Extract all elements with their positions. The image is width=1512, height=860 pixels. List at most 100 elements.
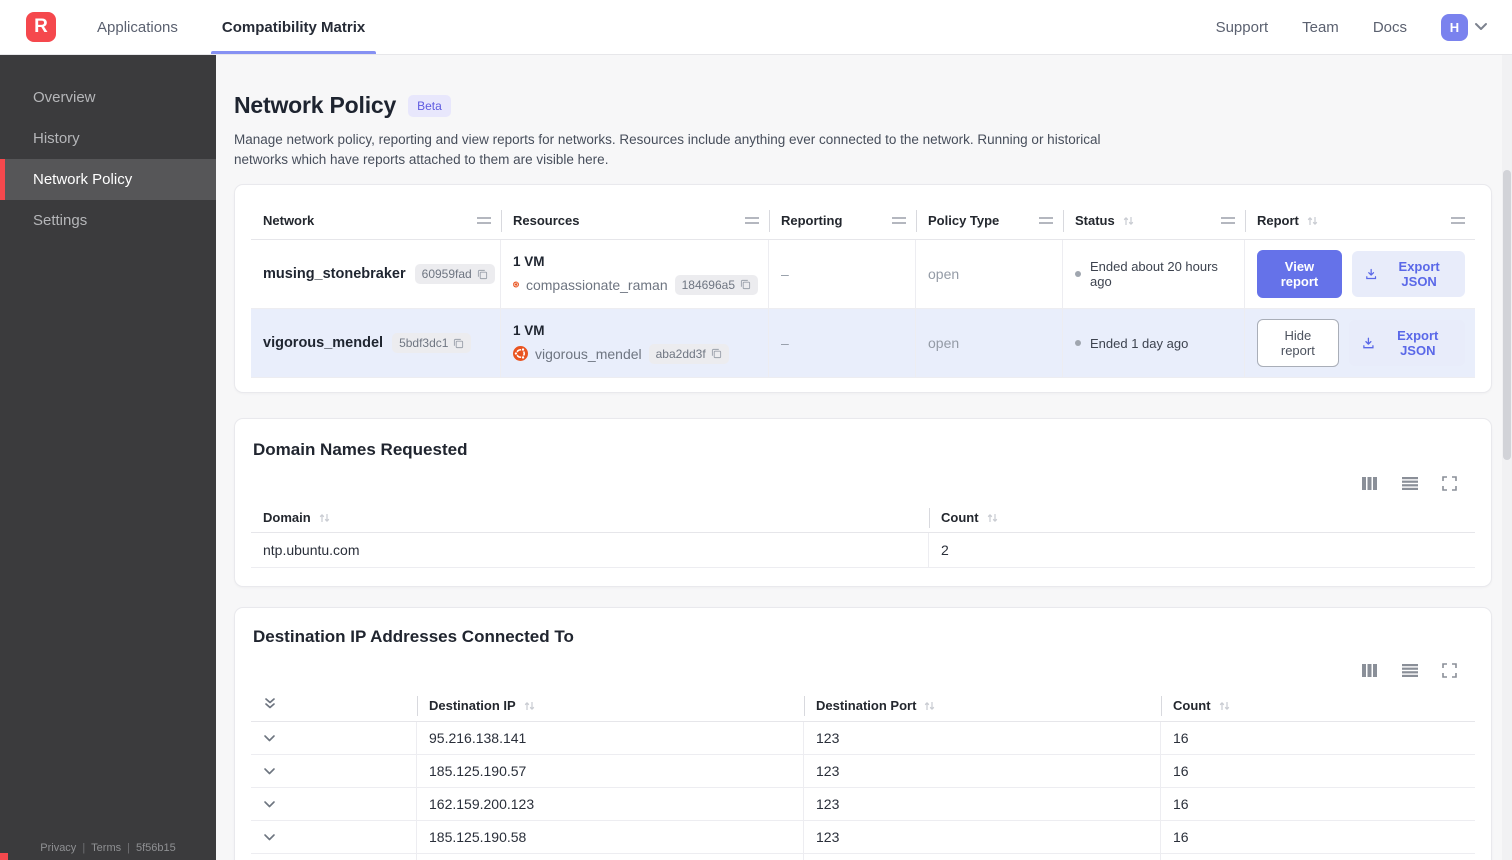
app-logo[interactable]: R bbox=[26, 12, 56, 42]
privacy-link[interactable]: Privacy bbox=[40, 842, 76, 854]
sort-icon[interactable] bbox=[986, 512, 999, 524]
destination-row[interactable]: 95.216.138.141 123 16 bbox=[251, 722, 1475, 755]
expand-icon[interactable] bbox=[1442, 663, 1457, 678]
drag-handle-icon[interactable] bbox=[745, 217, 759, 224]
view-report-button[interactable]: View report bbox=[1257, 250, 1342, 298]
column-header-destination-ip[interactable]: Destination IP bbox=[417, 690, 804, 721]
sort-icon[interactable] bbox=[1218, 700, 1231, 712]
sidebar-item-overview[interactable]: Overview bbox=[0, 77, 216, 118]
drag-handle-icon[interactable] bbox=[892, 217, 906, 224]
destination-row[interactable]: 162.159.200.123 123 16 bbox=[251, 788, 1475, 821]
cut-off-red-element bbox=[0, 853, 8, 860]
drag-handle-icon[interactable] bbox=[1039, 217, 1053, 224]
expand-all-icon[interactable] bbox=[263, 696, 277, 715]
nav-tab-applications[interactable]: Applications bbox=[86, 0, 189, 54]
column-header-domain[interactable]: Domain bbox=[251, 503, 929, 532]
vm-name: vigorous_mendel bbox=[535, 345, 642, 362]
destination-row[interactable]: 95.216.100.21 123 16 bbox=[251, 854, 1475, 860]
status-dot bbox=[1075, 340, 1081, 346]
sort-icon[interactable] bbox=[1122, 215, 1135, 227]
sort-icon[interactable] bbox=[1306, 215, 1319, 227]
nav-tab-compatibility-matrix[interactable]: Compatibility Matrix bbox=[210, 0, 377, 54]
hide-report-button[interactable]: Hide report bbox=[1257, 319, 1339, 367]
domain-row[interactable]: ntp.ubuntu.com 2 bbox=[251, 533, 1475, 568]
sort-icon[interactable] bbox=[318, 512, 331, 524]
drag-handle-icon[interactable] bbox=[1451, 217, 1465, 224]
column-header-policy-type[interactable]: Policy Type bbox=[916, 202, 1063, 239]
user-menu[interactable]: H bbox=[1441, 13, 1488, 41]
domain-value: ntp.ubuntu.com bbox=[251, 533, 929, 567]
columns-icon[interactable] bbox=[1361, 476, 1378, 491]
status-dot bbox=[1075, 271, 1081, 277]
vm-id-badge[interactable]: 184696a5 bbox=[674, 274, 758, 295]
count-value: 16 bbox=[1173, 730, 1189, 746]
destination-ip-value: 185.125.190.58 bbox=[417, 821, 804, 853]
beta-badge: Beta bbox=[408, 94, 451, 117]
chevron-down-icon[interactable] bbox=[263, 796, 276, 812]
page-scrollbar[interactable] bbox=[1502, 55, 1512, 860]
nav-link-team[interactable]: Team bbox=[1302, 19, 1339, 36]
column-header-count[interactable]: Count bbox=[1161, 690, 1475, 721]
vm-id-badge[interactable]: aba2dd3f bbox=[648, 343, 729, 364]
networks-card: Network Resources Reporting Policy Type bbox=[234, 184, 1492, 393]
nav-link-support[interactable]: Support bbox=[1216, 19, 1269, 36]
count-value: 16 bbox=[1173, 763, 1189, 779]
policy-type-value: open bbox=[928, 266, 960, 282]
column-header-resources[interactable]: Resources bbox=[501, 202, 769, 239]
column-header-destination-port[interactable]: Destination Port bbox=[804, 690, 1161, 721]
domains-card-title: Domain Names Requested bbox=[253, 440, 468, 459]
avatar[interactable]: H bbox=[1441, 13, 1468, 41]
export-json-button[interactable]: Export JSON bbox=[1351, 251, 1465, 297]
sidebar-item-settings[interactable]: Settings bbox=[0, 200, 216, 241]
count-value: 16 bbox=[1161, 854, 1475, 860]
column-header-status[interactable]: Status bbox=[1063, 202, 1245, 239]
destination-row[interactable]: 185.125.190.58 123 16 bbox=[251, 821, 1475, 854]
copy-icon bbox=[454, 338, 464, 348]
expand-icon[interactable] bbox=[1442, 476, 1457, 491]
sort-icon[interactable] bbox=[923, 700, 936, 712]
chevron-down-icon[interactable] bbox=[263, 763, 276, 779]
column-header-report[interactable]: Report bbox=[1245, 202, 1475, 239]
chevron-down-icon[interactable] bbox=[263, 730, 276, 746]
destination-row[interactable]: 185.125.190.57 123 16 bbox=[251, 755, 1475, 788]
terms-link[interactable]: Terms bbox=[91, 842, 121, 854]
destination-port-value: 123 bbox=[804, 755, 1161, 787]
destination-ip-value: 185.125.190.57 bbox=[417, 755, 804, 787]
network-id-badge[interactable]: 60959fad bbox=[414, 264, 495, 284]
reporting-value: – bbox=[781, 335, 789, 351]
drag-handle-icon[interactable] bbox=[477, 217, 491, 224]
export-json-button[interactable]: Export JSON bbox=[1348, 320, 1465, 366]
sidebar-item-history[interactable]: History bbox=[0, 118, 216, 159]
rows-icon[interactable] bbox=[1401, 476, 1419, 491]
reporting-value: – bbox=[781, 266, 789, 282]
network-row[interactable]: musing_stonebraker 60959fad 1 VM compass… bbox=[251, 240, 1475, 309]
ubuntu-icon bbox=[513, 281, 519, 288]
expand-all-header[interactable] bbox=[251, 690, 417, 721]
nav-link-docs[interactable]: Docs bbox=[1373, 19, 1407, 36]
column-header-count[interactable]: Count bbox=[929, 503, 1475, 532]
rows-icon[interactable] bbox=[1401, 663, 1419, 678]
destinations-toolbar bbox=[251, 663, 1475, 678]
drag-handle-icon[interactable] bbox=[1221, 217, 1235, 224]
count-value: 2 bbox=[941, 542, 949, 558]
columns-icon[interactable] bbox=[1361, 663, 1378, 678]
sidebar: Overview History Network Policy Settings… bbox=[0, 55, 216, 860]
network-id-badge[interactable]: 5bdf3dc1 bbox=[392, 333, 472, 353]
column-header-reporting[interactable]: Reporting bbox=[769, 202, 916, 239]
chevron-down-icon[interactable] bbox=[263, 829, 276, 845]
column-header-network[interactable]: Network bbox=[251, 202, 501, 239]
sidebar-item-network-policy[interactable]: Network Policy bbox=[0, 159, 216, 200]
destination-ip-value: 95.216.138.141 bbox=[417, 722, 804, 754]
sort-icon[interactable] bbox=[523, 700, 536, 712]
download-icon bbox=[1366, 268, 1377, 280]
status-text: Ended about 20 hours ago bbox=[1090, 259, 1218, 289]
destinations-card: Destination IP Addresses Connected To De… bbox=[234, 607, 1492, 860]
top-navbar: R Applications Compatibility Matrix Supp… bbox=[0, 0, 1512, 55]
scrollbar-thumb[interactable] bbox=[1503, 170, 1511, 460]
destination-port-value: 123 bbox=[804, 788, 1161, 820]
destination-port-value: 123 bbox=[804, 854, 1161, 860]
build-hash: 5f56b15 bbox=[135, 842, 176, 854]
vm-name: compassionate_raman bbox=[525, 276, 668, 293]
count-value: 16 bbox=[1173, 796, 1189, 812]
network-row[interactable]: vigorous_mendel 5bdf3dc1 1 VM vigorous_m… bbox=[251, 309, 1475, 378]
